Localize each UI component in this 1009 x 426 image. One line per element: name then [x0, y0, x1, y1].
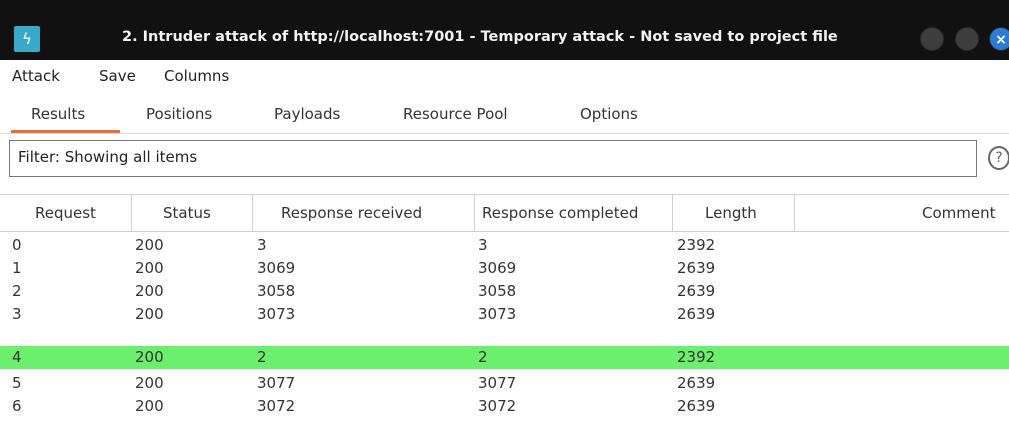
menu-attack[interactable]: Attack: [12, 67, 60, 85]
column-header-response-received[interactable]: Response received: [281, 204, 422, 222]
cell-status: 200: [135, 397, 164, 415]
cell-length: 2639: [677, 259, 716, 277]
column-separator[interactable]: [794, 195, 795, 231]
cell-request: 3: [12, 305, 22, 323]
cell-response-received: 3: [257, 236, 267, 254]
cell-response-received: 3072: [257, 397, 296, 415]
cell-request: 6: [12, 397, 22, 415]
tab-options[interactable]: Options: [580, 105, 638, 123]
cell-status: 200: [135, 348, 164, 366]
cell-status: 200: [135, 374, 164, 392]
cell-request: 5: [12, 374, 22, 392]
filter-label[interactable]: Filter: Showing all items: [18, 148, 197, 166]
cell-response-completed: 3058: [478, 282, 517, 300]
cell-status: 200: [135, 259, 164, 277]
column-header-status[interactable]: Status: [163, 204, 211, 222]
close-button[interactable]: ×: [989, 27, 1009, 51]
cell-status: 200: [135, 305, 164, 323]
cell-status: 200: [135, 282, 164, 300]
active-tab-indicator: [11, 130, 120, 133]
app-lightning-icon: ϟ: [14, 26, 40, 52]
column-separator[interactable]: [252, 195, 253, 231]
column-separator[interactable]: [131, 195, 132, 231]
table-row-selected[interactable]: 4 200 2 2 2392: [0, 346, 1009, 369]
menu-bar: [0, 60, 1009, 91]
cell-length: 2392: [677, 348, 716, 366]
cell-length: 2639: [677, 305, 716, 323]
menu-columns[interactable]: Columns: [164, 67, 229, 85]
column-header-request[interactable]: Request: [35, 204, 96, 222]
help-icon[interactable]: ?: [988, 146, 1009, 170]
cell-response-completed: 3: [478, 236, 488, 254]
table-row[interactable]: 5 200 3077 3077 2639: [0, 372, 1009, 395]
cell-response-received: 2: [257, 348, 267, 366]
cell-length: 2639: [677, 397, 716, 415]
cell-response-completed: 3073: [478, 305, 517, 323]
column-separator[interactable]: [672, 195, 673, 231]
cell-length: 2639: [677, 374, 716, 392]
cell-length: 2639: [677, 282, 716, 300]
tab-positions[interactable]: Positions: [146, 105, 212, 123]
tab-payloads[interactable]: Payloads: [274, 105, 340, 123]
cell-length: 2392: [677, 236, 716, 254]
cell-response-completed: 3077: [478, 374, 517, 392]
table-row[interactable]: 1 200 3069 3069 2639: [0, 257, 1009, 280]
column-header-response-completed[interactable]: Response completed: [482, 204, 638, 222]
table-row[interactable]: 3 200 3073 3073 2639: [0, 303, 1009, 326]
cell-request: 0: [12, 236, 22, 254]
cell-response-completed: 2: [478, 348, 488, 366]
table-row[interactable]: 0 200 3 3 2392: [0, 234, 1009, 257]
maximize-button[interactable]: [955, 27, 979, 51]
column-separator[interactable]: [474, 195, 475, 231]
tab-resource-pool[interactable]: Resource Pool: [403, 105, 508, 123]
column-header-length[interactable]: Length: [705, 204, 757, 222]
window-title: 2. Intruder attack of http://localhost:7…: [122, 29, 838, 45]
table-row[interactable]: 6 200 3072 3072 2639: [0, 395, 1009, 418]
minimize-button[interactable]: [920, 27, 944, 51]
table-row[interactable]: 2 200 3058 3058 2639: [0, 280, 1009, 303]
cell-response-completed: 3072: [478, 397, 517, 415]
cell-request: 4: [12, 348, 22, 366]
cell-response-received: 3077: [257, 374, 296, 392]
column-header-comment[interactable]: Comment: [922, 204, 996, 222]
cell-response-received: 3073: [257, 305, 296, 323]
cell-response-received: 3069: [257, 259, 296, 277]
cell-response-completed: 3069: [478, 259, 517, 277]
menu-save[interactable]: Save: [99, 67, 136, 85]
cell-request: 2: [12, 282, 22, 300]
cell-status: 200: [135, 236, 164, 254]
cell-request: 1: [12, 259, 22, 277]
tab-results[interactable]: Results: [31, 105, 85, 123]
cell-response-received: 3058: [257, 282, 296, 300]
